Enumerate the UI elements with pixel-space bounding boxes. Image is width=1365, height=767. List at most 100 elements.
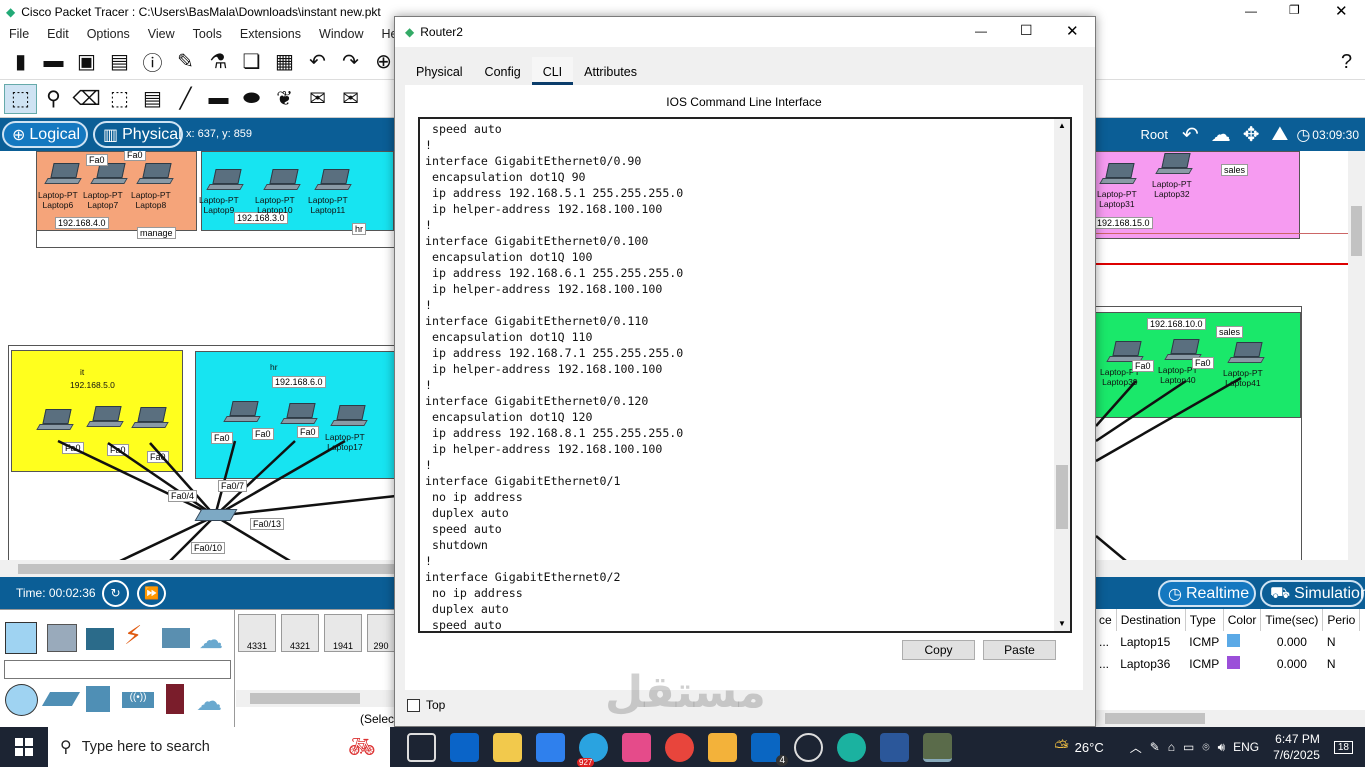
dialog-maximize-icon[interactable]: ☐ [1020,22,1033,39]
cloud-icon[interactable]: ☁ [1211,122,1231,147]
help-icon[interactable]: ? [1330,47,1363,77]
vertical-scrollbar[interactable] [1348,151,1365,561]
menu-tools[interactable]: Tools [184,27,231,41]
physical-button[interactable]: ▥ Physical [93,121,183,148]
logical-button[interactable]: ⊕ Logical [2,121,88,148]
edge-icon[interactable] [837,733,866,762]
table-row[interactable]: ... Laptop15 ICMP 0.000 N [1095,631,1360,653]
device-scrollbar[interactable] [236,690,395,707]
pen-icon[interactable]: ✎ [1150,740,1160,754]
subcat-wan-icon[interactable]: ☁ [196,686,222,717]
menu-window[interactable]: Window [310,27,372,41]
router-2901[interactable]: 290 [367,614,395,652]
menu-options[interactable]: Options [78,27,139,41]
packet-tracer-icon[interactable] [923,733,952,762]
category-components-icon[interactable] [86,628,114,650]
event-scrollbar[interactable] [1095,710,1365,727]
notification-icon[interactable]: 18 [1333,740,1353,754]
switch-device[interactable] [194,509,238,521]
power-cycle-icon[interactable]: ↻ [102,580,129,607]
save-icon[interactable]: ▣ [70,47,103,77]
freeform-icon[interactable]: ❦ [268,84,301,114]
laptop41[interactable] [1227,342,1265,364]
network-icon[interactable]: ⌾ [1202,740,1209,755]
outlook-icon[interactable] [450,733,479,762]
copy-icon[interactable]: ❏ [235,47,268,77]
scroll-up-icon[interactable]: ▲ [1058,121,1066,130]
telegram-icon[interactable]: 927 [577,733,608,767]
chatgpt-icon[interactable] [794,733,823,762]
subcat-wireless-icon[interactable]: ((•)) [122,692,154,708]
menu-file[interactable]: File [0,27,38,41]
router-4331[interactable]: 4331 [238,614,276,652]
category-multiuser-icon[interactable]: ☁ [199,626,223,655]
category-misc-icon[interactable] [162,628,190,648]
new-file-icon[interactable]: ▮ [4,47,37,77]
delete-icon[interactable]: ⌫ [70,84,103,114]
linkedin-icon[interactable]: 4 [751,733,788,766]
note-icon[interactable]: ▤ [136,84,169,114]
complex-pdu-icon[interactable]: ✉ [334,84,367,114]
tab-cli[interactable]: CLI [531,57,574,85]
paste-icon[interactable]: ▦ [268,47,301,77]
tray-expand-icon[interactable]: ︿ [1130,739,1142,756]
copy-button[interactable]: Copy [902,640,975,660]
simple-pdu-icon[interactable]: ✉ [301,84,334,114]
select-icon[interactable]: ⬚ [4,83,37,114]
back-icon[interactable]: ↶ [1182,122,1199,147]
paste-button[interactable]: Paste [983,640,1056,660]
file-explorer-icon[interactable] [708,733,737,762]
print-icon[interactable]: ▤ [103,47,136,77]
subcat-security-icon[interactable] [166,684,184,714]
battery-icon[interactable]: ▭ [1183,740,1194,754]
wizard-icon[interactable]: ✎ [169,47,202,77]
cli-terminal[interactable]: speed auto! interface GigabitEthernet0/0.… [418,117,1072,633]
line-icon[interactable]: ╱ [169,84,202,114]
dialog-minimize-icon[interactable]: — [975,24,987,38]
tab-physical[interactable]: Physical [405,57,474,85]
search-icon[interactable]: ⚲ [37,84,70,114]
scroll-thumb[interactable] [1056,465,1068,529]
menu-edit[interactable]: Edit [38,27,78,41]
language[interactable]: ENG [1233,740,1259,754]
cli-scrollbar[interactable]: ▲ ▼ [1054,119,1070,631]
device-search[interactable] [4,660,231,679]
minimize-icon[interactable]: — [1245,4,1257,18]
scroll-down-icon[interactable]: ▼ [1058,619,1066,628]
tab-config[interactable]: Config [474,57,532,85]
undo-icon[interactable]: ↶ [301,47,334,77]
fast-forward-icon[interactable]: ⏩ [137,580,166,607]
restore-icon[interactable]: ❐ [1289,3,1300,17]
subcat-hubs-icon[interactable] [86,686,110,712]
clock[interactable]: 6:47 PM 7/6/2025 [1273,731,1320,763]
open-folder-icon[interactable]: ▬ [37,47,70,77]
subcat-routers-icon[interactable] [5,684,38,716]
laptop31[interactable] [1099,163,1137,185]
resize-icon[interactable]: ⬚ [103,84,136,114]
table-row[interactable]: ... Laptop36 ICMP 0.000 N [1095,653,1360,675]
background-icon[interactable]: ⛰ [1272,123,1289,146]
close-icon[interactable]: ✕ [1335,2,1348,20]
task-view-icon[interactable] [407,733,436,762]
network-info-icon[interactable]: ⚗ [202,47,235,77]
menu-extensions[interactable]: Extensions [231,27,310,41]
redo-icon[interactable]: ↷ [334,47,367,77]
navigate-icon[interactable]: ✥ [1243,122,1260,147]
category-network-devices-icon[interactable] [5,622,37,654]
windows-start-icon[interactable] [15,738,33,756]
store-icon[interactable] [493,733,522,762]
rectangle-icon[interactable]: ▬ [202,84,235,114]
tab-attributes[interactable]: Attributes [573,57,648,85]
category-end-devices-icon[interactable] [47,624,77,652]
meet-icon[interactable]: ⌂ [1168,740,1175,754]
todo-icon[interactable] [536,733,565,762]
menu-view[interactable]: View [139,27,184,41]
router-4321[interactable]: 4321 [281,614,319,652]
subcat-switches-icon[interactable] [41,692,81,706]
category-connections-icon[interactable]: ⚡ [124,620,142,651]
info-icon[interactable]: ⓘ [136,47,169,77]
chrome-icon[interactable] [665,733,694,762]
router-1941[interactable]: 1941 [324,614,362,652]
word-icon[interactable] [880,733,909,762]
dialog-close-icon[interactable]: ✕ [1066,22,1079,40]
